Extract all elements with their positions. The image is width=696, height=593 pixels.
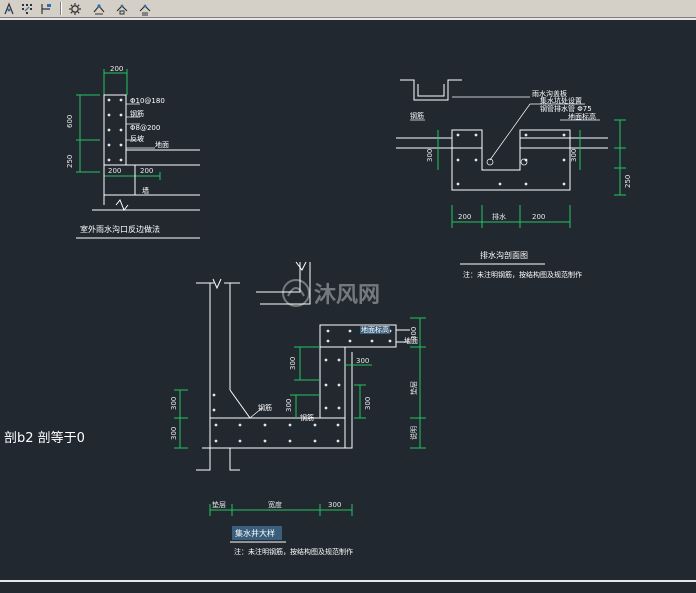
watermark-text: 沐风网 — [314, 283, 380, 308]
dim-label: 300 — [356, 357, 369, 365]
dim-label: 300 — [426, 149, 434, 162]
callout-label: 墙 — [142, 186, 149, 195]
dim-label: 300 — [328, 501, 341, 509]
callout-label: 钢筋 — [258, 403, 272, 412]
side-label: 剖b2 剖等于0 — [4, 430, 85, 446]
dim-label: 300 — [170, 427, 178, 440]
dim-label: 200 — [110, 65, 123, 73]
dim-label: 300 — [410, 327, 418, 340]
dim-label: 300 — [285, 399, 293, 412]
callout-label: 钢筋 — [130, 109, 144, 118]
detail-title: 排水沟剖面图 — [480, 250, 528, 260]
point-settings-icon[interactable] — [137, 1, 153, 16]
toolbar — [0, 0, 696, 18]
callout-label: 地面 — [155, 140, 169, 149]
callout-label: Φ8@200 — [130, 124, 160, 132]
callout-label: 地面标高 — [361, 325, 389, 334]
dim-label: 200 — [532, 213, 545, 221]
dim-label: 300 — [289, 357, 297, 370]
toolbar-separator — [60, 2, 62, 15]
dim-label: 200 — [140, 167, 153, 175]
dim-label: 600 — [66, 115, 74, 128]
callout-label: 地面标高 — [568, 112, 596, 121]
dim-label: 300 — [364, 397, 372, 410]
dim-label: 宽度 — [268, 500, 282, 509]
callout-label: 钢筋 — [410, 111, 424, 120]
dim-label: 200 — [458, 213, 471, 221]
detail-note: 注：未注明钢筋，按结构图及规范制作 — [234, 547, 353, 556]
dim-label: 300 — [570, 149, 578, 162]
callout-label: Φ10@180 — [130, 97, 165, 105]
point-node-icon[interactable] — [114, 1, 130, 16]
callout-label: 集水坑处设置 — [540, 96, 582, 105]
dim-label: 250 — [624, 175, 632, 188]
callout-label: 反坡 — [130, 134, 144, 143]
cad-drawing-area[interactable]: 200 600 250 200 200 Φ10@180 钢筋 Φ8@200 反坡… — [0, 20, 696, 580]
callout-label: 钢管排水管 Φ75 — [540, 104, 592, 113]
dim-label: 垫层 — [212, 500, 226, 509]
ortho-icon[interactable] — [38, 1, 54, 16]
dim-label: 250 — [66, 155, 74, 168]
dim-label: 200 — [108, 167, 121, 175]
dim-label: 排水 — [492, 212, 506, 221]
callout-label: 钢筋 — [300, 413, 314, 422]
dim-label: 说明 — [409, 426, 418, 440]
detail-top-right: 雨水沟盖板 集水坑处设置 钢管排水管 Φ75 地面标高 钢筋 300 300 2… — [396, 79, 632, 279]
dim-label: 垫层 — [409, 381, 418, 395]
gear-icon[interactable] — [67, 1, 83, 16]
point-style-icon[interactable] — [91, 1, 107, 16]
dim-label: 300 — [170, 397, 178, 410]
grid-icon[interactable] — [19, 1, 35, 16]
detail-note: 注：未注明钢筋，按结构图及规范制作 — [463, 270, 582, 279]
detail-title: 室外雨水沟口反边做法 — [80, 224, 160, 234]
detail-top-left: 200 600 250 200 200 Φ10@180 钢筋 Φ8@200 反坡… — [66, 65, 200, 239]
drawing-frame-bottom — [0, 580, 696, 582]
detail-title: 集水井大样 — [235, 528, 275, 538]
snap-icon[interactable] — [1, 1, 17, 16]
